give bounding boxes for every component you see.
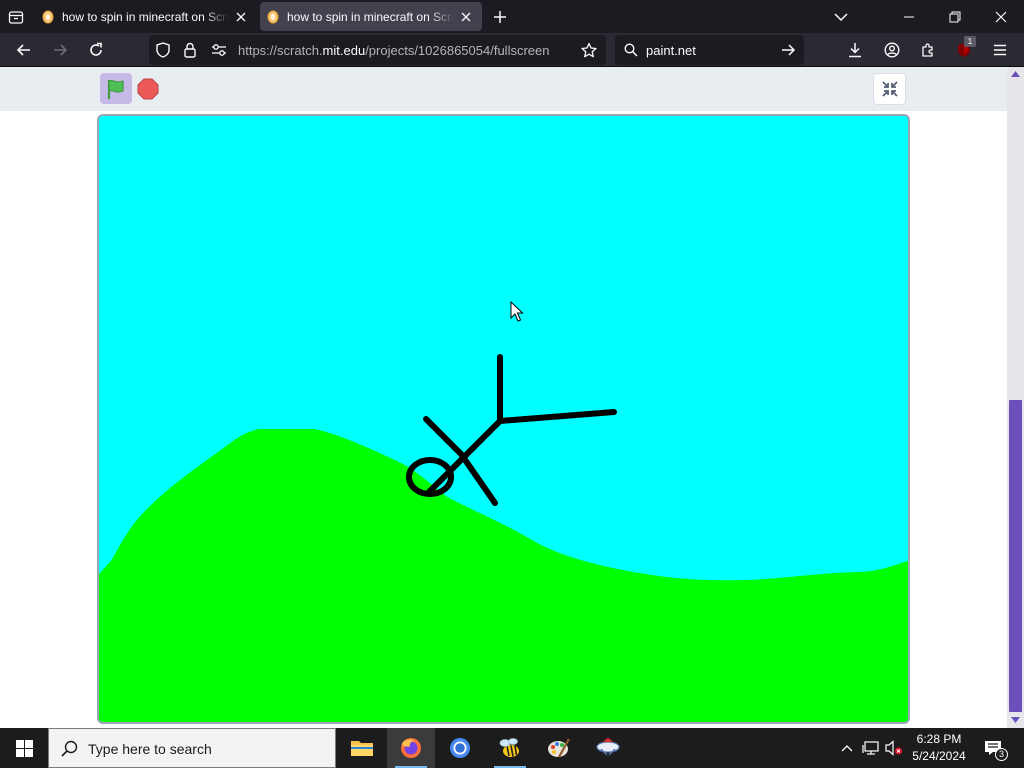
taskbar-firefox[interactable]	[387, 728, 435, 768]
paint-palette-icon	[548, 738, 570, 758]
clock-time: 6:28 PM	[916, 732, 962, 746]
tab-active[interactable]: how to spin in minecraft on Scratch	[260, 2, 482, 31]
arrow-right-icon	[54, 44, 68, 56]
folder-icon	[351, 741, 373, 756]
account-icon	[884, 42, 900, 58]
url-text[interactable]: https://scratch.mit.edu/projects/1026865…	[238, 43, 578, 58]
network-icon	[862, 741, 879, 755]
green-flag-button[interactable]	[100, 73, 132, 104]
stop-button[interactable]	[137, 78, 159, 100]
search-icon	[624, 43, 638, 62]
search-icon	[61, 740, 78, 757]
minimize-button[interactable]	[886, 0, 932, 33]
puzzle-icon	[922, 43, 933, 57]
chevron-up-icon	[841, 745, 853, 752]
new-tab-button[interactable]	[488, 5, 512, 29]
exit-fullscreen-button[interactable]	[873, 73, 906, 105]
extension-badge: 1	[964, 36, 976, 47]
windows-logo-icon	[15, 739, 33, 757]
bee-app-icon	[499, 738, 519, 757]
close-window-button[interactable]	[978, 0, 1024, 33]
menu-button[interactable]	[986, 36, 1014, 64]
chrome-icon	[450, 738, 470, 758]
bookmark-star-icon[interactable]	[581, 42, 597, 63]
search-bar[interactable]: paint.net	[615, 35, 804, 65]
plus-icon	[494, 11, 506, 23]
chevron-down-icon	[834, 13, 848, 22]
tab-bar: how to spin in minecraft on Scratch how …	[0, 0, 1024, 33]
taskbar-paint-app[interactable]	[535, 728, 583, 768]
start-button[interactable]	[0, 728, 48, 768]
project-stage[interactable]	[97, 114, 910, 724]
restore-icon	[949, 11, 961, 22]
taskbar-file-explorer[interactable]	[338, 728, 386, 768]
url-path: /projects/1026865054/fullscreen	[365, 43, 550, 58]
windows-taskbar: Type here to search 6:28 PM 5/24/2024 3	[0, 728, 1024, 768]
close-tab-icon[interactable]	[458, 9, 474, 25]
action-center-button[interactable]: 3	[978, 728, 1008, 768]
firefox-icon	[401, 738, 421, 758]
taskbar-app-bee[interactable]	[486, 728, 534, 768]
lock-icon[interactable]	[183, 42, 197, 63]
arrow-left-icon	[16, 44, 30, 56]
list-all-tabs-button[interactable]	[828, 5, 854, 29]
taskbar-paintnet[interactable]	[584, 728, 632, 768]
tab-title: how to spin in minecraft on Scratch	[287, 9, 454, 24]
clock-date: 5/24/2024	[912, 749, 966, 763]
paintnet-icon	[596, 737, 620, 756]
hamburger-menu-icon	[994, 44, 1006, 56]
notification-count-badge: 3	[995, 748, 1008, 761]
permissions-icon[interactable]	[211, 43, 227, 62]
scratch-player-header	[0, 67, 1007, 111]
vertical-scrollbar[interactable]	[1007, 67, 1024, 728]
volume-muted-icon	[885, 740, 902, 756]
restore-button[interactable]	[932, 0, 978, 33]
go-arrow-icon[interactable]	[780, 42, 796, 63]
scratch-favicon-icon	[42, 10, 54, 23]
extensions-button[interactable]	[914, 36, 942, 64]
taskbar-search-box[interactable]: Type here to search	[48, 728, 336, 768]
tab-inactive[interactable]: how to spin in minecraft on Scratch	[35, 2, 257, 31]
tab-title: how to spin in minecraft on Scratch	[62, 9, 229, 24]
taskbar-clock[interactable]: 6:28 PM 5/24/2024	[905, 731, 973, 765]
reload-icon	[90, 42, 102, 56]
taskbar-chrome[interactable]	[436, 728, 484, 768]
green-flag-icon	[107, 79, 124, 99]
scratch-favicon-icon	[267, 10, 279, 23]
scroll-down-arrow-icon[interactable]	[1011, 717, 1020, 723]
tab-list-icon[interactable]	[4, 5, 28, 29]
close-tab-icon[interactable]	[233, 9, 249, 25]
minimize-icon	[904, 16, 914, 17]
scrollbar-thumb[interactable]	[1009, 400, 1022, 712]
search-input[interactable]: paint.net	[646, 43, 696, 58]
volume-button[interactable]	[883, 728, 905, 768]
scroll-up-arrow-icon[interactable]	[1011, 71, 1020, 77]
back-button[interactable]	[10, 36, 38, 64]
network-status-button[interactable]	[860, 728, 882, 768]
ublock-extension-button[interactable]: 1	[950, 36, 978, 64]
stop-sign-icon	[137, 78, 159, 100]
stage-canvas[interactable]	[99, 116, 908, 722]
exit-fullscreen-icon	[881, 81, 898, 97]
forward-button	[46, 36, 74, 64]
downloads-button[interactable]	[841, 36, 869, 64]
shield-icon[interactable]	[155, 42, 171, 63]
download-icon	[849, 43, 861, 58]
account-button[interactable]	[878, 36, 906, 64]
show-hidden-icons-button[interactable]	[837, 728, 857, 768]
reload-button[interactable]	[82, 36, 110, 64]
navigation-toolbar: https://scratch.mit.edu/projects/1026865…	[0, 33, 1024, 67]
close-icon	[995, 11, 1007, 22]
taskbar-search-placeholder: Type here to search	[88, 741, 212, 757]
url-domain: mit.edu	[322, 43, 366, 58]
url-prefix: https://scratch.	[238, 43, 323, 58]
address-bar[interactable]: https://scratch.mit.edu/projects/1026865…	[149, 35, 606, 65]
